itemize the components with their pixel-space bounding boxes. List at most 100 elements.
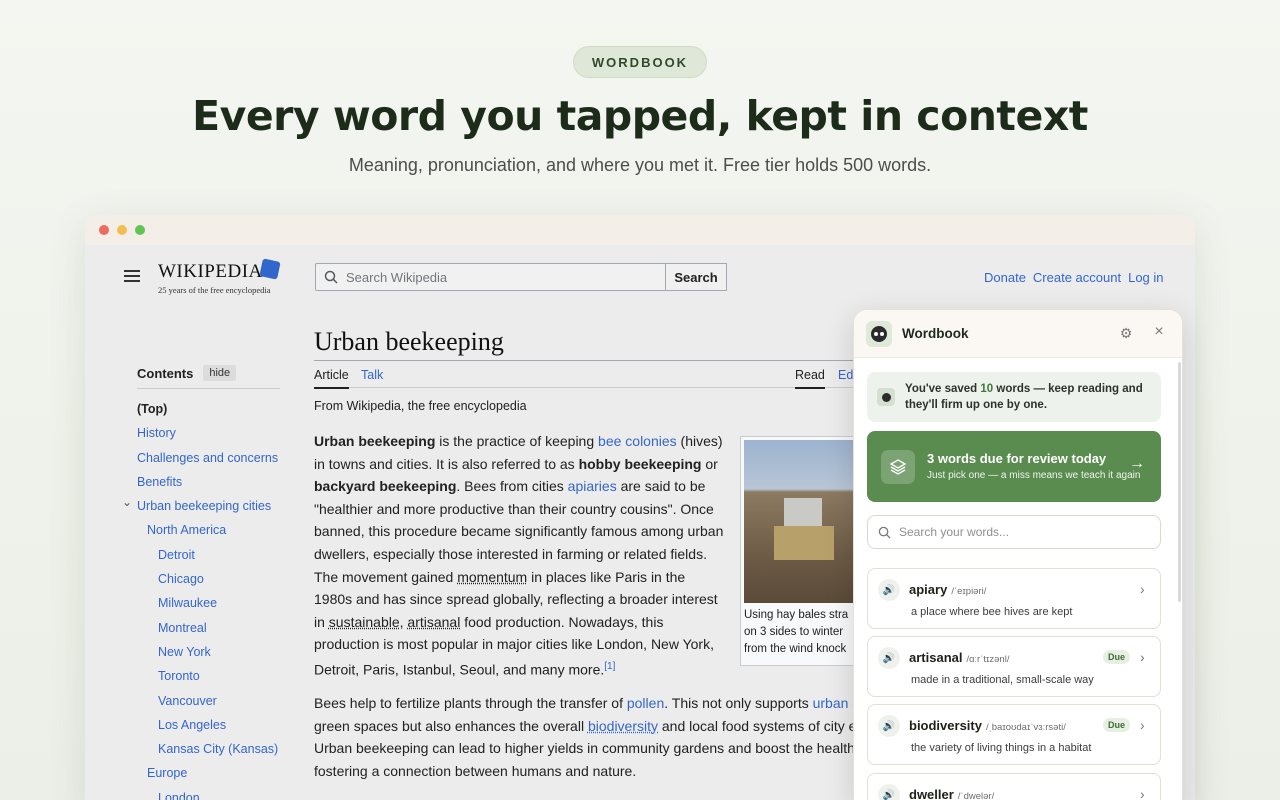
settings-gear-icon[interactable]: ⚙ [1118,325,1134,341]
word-pronunciation: /ˈeɪpiəri/ [951,586,987,597]
toc-list: (Top) History Challenges and concerns Benef… [122,397,280,800]
donate-link[interactable]: Donate [984,270,1026,285]
toc-item[interactable]: Kansas City (Kansas) [137,737,280,761]
toc-item[interactable]: Chicago [137,567,280,591]
login-link[interactable]: Log in [1128,270,1163,285]
saved-words-note: You've saved 10 words — keep reading and… [867,372,1161,422]
speaker-icon[interactable]: 🔊 [878,579,900,601]
wordbook-logo-icon [866,320,892,347]
tab-article[interactable]: Article [314,368,349,389]
wiki-search-placeholder: Search Wikipedia [346,269,448,285]
link-bee-colonies[interactable]: bee colonies [598,433,677,449]
wikipedia-wordmark: WIKIPEDIA [158,261,263,282]
chevron-right-icon: › [1140,786,1145,800]
toc-item[interactable]: Los Angeles [137,713,280,737]
from-wikipedia-note: From Wikipedia, the free encyclopedia [314,399,527,413]
chevron-right-icon: › [1140,649,1145,665]
word-title: apiary/ˈeɪpiəri/ [909,582,987,597]
chevron-right-icon: › [1140,581,1145,597]
link-biodiversity[interactable]: biodiversity [588,718,658,734]
arrow-right-icon: → [1129,455,1145,472]
search-icon [324,270,338,284]
chevron-down-icon[interactable]: ⌄ [122,490,132,514]
link-pollen[interactable]: pollen [627,695,664,711]
review-due-card[interactable]: 3 words due for review today Just pick o… [867,431,1161,502]
menu-icon[interactable] [124,270,140,282]
wikipedia-logo[interactable]: WIKIPEDIA 25 years of the free encyclope… [158,261,271,295]
window-titlebar [85,215,1195,245]
table-of-contents: Contents hide (Top) History Challenges and… [122,365,280,800]
word-search-placeholder: Search your words... [899,525,1010,539]
saved-words-text: You've saved 10 words — keep reading and… [905,383,1143,411]
toc-item[interactable]: Vancouver [137,689,280,713]
wiki-search-button[interactable]: Search [666,263,727,291]
speaker-icon[interactable]: 🔊 [878,647,900,669]
word-title: artisanal/ɑːrˈtɪzənl/ [909,650,1010,665]
wiki-search-input[interactable]: Search Wikipedia [315,263,666,291]
toc-item[interactable]: London [137,786,280,800]
puzzle-globe-icon [259,258,281,280]
link-apiaries[interactable]: apiaries [568,478,617,494]
word-search-input[interactable]: Search your words... [867,515,1161,549]
citation-1[interactable]: [1] [604,661,615,672]
speaker-icon[interactable]: 🔊 [878,715,900,737]
toc-item[interactable]: Urban beekeeping cities ⌄ [122,494,280,518]
word-definition: a place where bee hives are kept [911,606,1073,618]
article-paragraph-1: Urban beekeeping is the practice of keep… [314,433,724,678]
tab-read[interactable]: Read [795,368,825,389]
toc-hide-button[interactable]: hide [203,365,237,381]
wiki-search: Search Wikipedia Search [315,263,727,291]
word-title: dweller/ˈdwelər/ [909,787,995,800]
word-pronunciation: /ɑːrˈtɪzənl/ [966,654,1010,665]
due-badge: Due [1103,718,1131,732]
toc-item[interactable]: (Top) [137,397,280,421]
review-subtitle: Just pick one — a miss means we teach it… [927,469,1141,481]
saved-word-artisanal[interactable]: artisanal [407,614,460,630]
toc-item[interactable]: Toronto [137,664,280,688]
article-title: Urban beekeeping [314,327,504,356]
page-headline: Every word you tapped, kept in context [192,92,1088,140]
close-window-button[interactable] [99,225,109,235]
chevron-right-icon: › [1140,717,1145,733]
toc-item[interactable]: Europe [137,761,280,785]
toc-item[interactable]: North America [137,518,280,542]
toc-item[interactable]: Montreal [137,616,280,640]
wikipedia-tagline: 25 years of the free encyclopedia [158,285,271,295]
stack-layers-icon [881,449,915,484]
due-badge: Due [1103,650,1131,664]
wordbook-badge: WORDBOOK [573,46,707,78]
toc-item[interactable]: Milwaukee [137,591,280,615]
mascot-icon [877,388,895,406]
toc-item[interactable]: History [137,421,280,445]
wordbook-panel: Wordbook ⚙ × You've saved 10 words — kee… [853,309,1183,800]
word-card[interactable]: 🔊 artisanal/ɑːrˈtɪzənl/made in a traditio… [867,636,1161,697]
page-subhead: Meaning, pronunciation, and where you me… [348,155,932,175]
word-definition: the variety of living things in a habita… [911,742,1092,754]
toc-title: Contents [137,365,194,381]
toc-item[interactable]: Detroit [137,543,280,567]
toc-item[interactable]: Challenges and concerns [137,446,280,470]
saved-word-sustainable[interactable]: sustainable [329,614,400,630]
toc-item[interactable]: New York [137,640,280,664]
hive-photo[interactable] [744,440,856,603]
wiki-user-links: Donate Create account Log in [984,270,1164,285]
maximize-window-button[interactable] [135,225,145,235]
review-title: 3 words due for review today [927,450,1107,466]
word-title: biodiversity/ˌbaɪoʊdaɪˈvɜːrsəti/ [909,718,1066,733]
word-definition: made in a traditional, small-scale way [911,674,1094,686]
toc-item[interactable]: Benefits [137,470,280,494]
tab-edit[interactable]: Ed [838,368,853,382]
panel-scrollbar[interactable] [1178,362,1181,602]
word-card[interactable]: 🔊 biodiversity/ˌbaɪoʊdaɪˈvɜːrsəti/the var… [867,704,1161,765]
tab-talk[interactable]: Talk [361,368,383,382]
create-account-link[interactable]: Create account [1033,270,1121,285]
saved-word-momentum[interactable]: momentum [457,569,527,585]
minimize-window-button[interactable] [117,225,127,235]
article-tabs: Article Talk Read Ed [314,360,874,389]
close-panel-icon[interactable]: × [1151,324,1167,340]
speaker-icon[interactable]: 🔊 [878,784,900,800]
word-card[interactable]: 🔊 apiary/ˈeɪpiəri/a place where bee hives… [867,568,1161,629]
panel-header: Wordbook ⚙ × [854,310,1182,358]
search-icon [878,526,891,539]
word-card[interactable]: 🔊 dweller/ˈdwelər/ › [867,773,1161,800]
